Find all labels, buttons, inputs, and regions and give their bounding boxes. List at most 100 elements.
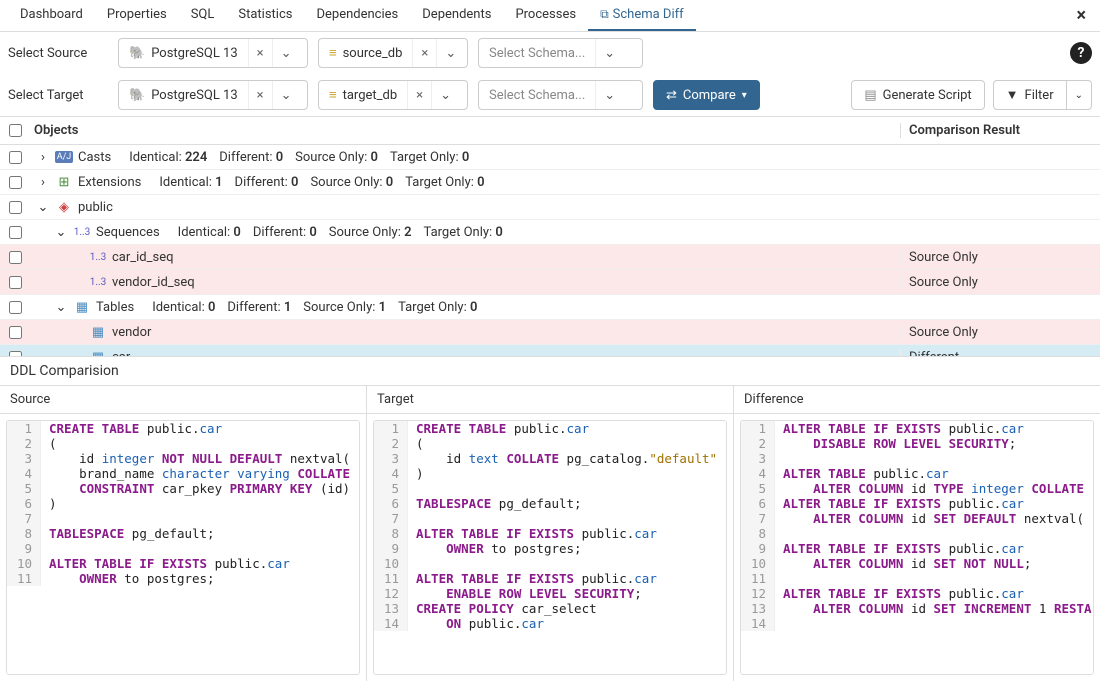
tree-item-row[interactable]: ▦carDifferent [0,345,1100,356]
seq-icon: 1..3 [90,252,106,263]
select-all-checkbox[interactable] [9,124,22,137]
tree-group-row[interactable]: ⌄1..3SequencesIdentical: 0Different: 0So… [0,220,1100,245]
row-checkbox[interactable] [9,301,22,314]
target-server-select[interactable]: 🐘PostgreSQL 13 × ⌄ [118,80,308,110]
generate-script-button[interactable]: ▤ Generate Script [851,80,984,110]
filter-dropdown-button[interactable]: ⌄ [1067,80,1092,110]
tree-group-row[interactable]: ⌄▦TablesIdentical: 0Different: 1Source O… [0,295,1100,320]
ddl-target-title: Target [367,386,733,414]
result-cell: Source Only [900,325,1100,340]
clear-icon[interactable]: × [248,39,272,67]
tab-dependencies[interactable]: Dependencies [304,0,410,31]
code-line: CREATE TABLE public.car [408,421,589,436]
code-line: ) [408,466,424,481]
target-label: Select Target [8,88,108,103]
tab-sql[interactable]: SQL [179,0,227,31]
code-line: id integer NOT NULL DEFAULT nextval( [41,451,350,466]
code-line: ALTER TABLE IF EXISTS public.car [408,571,657,586]
chevron-down-icon[interactable]: ⌄ [595,39,623,67]
row-checkbox[interactable] [9,351,22,357]
code-line: DISABLE ROW LEVEL SECURITY; [775,436,1016,451]
table-icon: ▦ [74,300,90,315]
code-line: ALTER COLUMN id SET NOT NULL; [775,556,1031,571]
ddl-target-code[interactable]: 1CREATE TABLE public.car2(3 id text COLL… [374,421,726,674]
chevron-right-icon[interactable]: › [36,150,50,165]
ddl-diff-code[interactable]: 1ALTER TABLE IF EXISTS public.car2 DISAB… [741,421,1093,674]
line-number: 11 [7,571,41,586]
line-number: 3 [374,451,408,466]
close-icon[interactable]: × [1070,5,1092,26]
chevron-down-icon[interactable]: ⌄ [436,39,464,67]
chevron-right-icon[interactable]: › [36,175,50,190]
result-cell: Source Only [900,275,1100,290]
line-number: 9 [374,541,408,556]
code-line: ALTER COLUMN id TYPE integer COLLATE [775,481,1084,496]
source-schema-select[interactable]: Select Schema... ⌄ [478,38,643,68]
source-db-select[interactable]: ≡source_db × ⌄ [318,38,468,68]
clear-icon[interactable]: × [248,81,272,109]
row-checkbox[interactable] [9,176,22,189]
row-checkbox[interactable] [9,251,22,264]
target-schema-select[interactable]: Select Schema... ⌄ [478,80,643,110]
chevron-down-icon[interactable]: ⌄ [272,81,300,109]
table-icon: ▦ [90,325,106,340]
tree-group-row[interactable]: ⌄◈public [0,195,1100,220]
row-checkbox[interactable] [9,226,22,239]
code-line: ALTER TABLE IF EXISTS public.car [775,541,1024,556]
chevron-down-icon[interactable]: ⌄ [431,81,459,109]
chevron-down-icon[interactable]: ⌄ [595,81,623,109]
tab-statistics[interactable]: Statistics [226,0,304,31]
stat-target-only: Target Only: 0 [424,225,503,240]
tab-dashboard[interactable]: Dashboard [8,0,95,31]
tree-group-row[interactable]: ›A/JCastsIdentical: 224Different: 0Sourc… [0,145,1100,170]
code-line [775,616,783,631]
code-line: ALTER TABLE IF EXISTS public.car [408,526,657,541]
line-number: 4 [7,466,41,481]
compare-button[interactable]: ⇄ Compare ▾ [653,80,760,110]
tree-item-row[interactable]: 1..3car_id_seqSource Only [0,245,1100,270]
source-db-value: source_db [343,46,403,61]
target-db-select[interactable]: ≡target_db × ⌄ [318,80,468,110]
code-line [41,541,49,556]
source-server-select[interactable]: 🐘PostgreSQL 13 × ⌄ [118,38,308,68]
chevron-down-icon[interactable]: ⌄ [54,300,68,315]
chevron-down-icon[interactable]: ⌄ [272,39,300,67]
chevron-down-icon[interactable]: ⌄ [36,200,50,215]
chevron-down-icon: ▾ [742,90,747,101]
tab-label: Dashboard [20,7,83,22]
code-line: OWNER to postgres; [41,571,215,586]
line-number: 10 [741,556,775,571]
code-line [775,526,783,541]
line-number: 9 [741,541,775,556]
tab-label: Dependencies [316,7,398,22]
tab-label: Schema Diff [613,7,684,22]
row-checkbox[interactable] [9,201,22,214]
grid-body[interactable]: ›A/JCastsIdentical: 224Different: 0Sourc… [0,145,1100,356]
row-checkbox[interactable] [9,276,22,289]
row-checkbox[interactable] [9,151,22,164]
line-number: 10 [374,556,408,571]
clear-icon[interactable]: × [407,81,431,109]
tree-item-row[interactable]: 1..3vendor_id_seqSource Only [0,270,1100,295]
ddl-source-code[interactable]: 1CREATE TABLE public.car2(3 id integer N… [7,421,359,674]
line-number: 10 [7,556,41,571]
target-server-value: PostgreSQL 13 [151,88,237,103]
filter-button[interactable]: ▼ Filter [993,80,1067,110]
ext-icon: ⊞ [56,175,72,190]
chevron-down-icon[interactable]: ⌄ [54,225,68,240]
code-line: id text COLLATE pg_catalog."default" [408,451,717,466]
stat-identical: Identical: 0 [178,225,241,240]
line-number: 6 [7,496,41,511]
tab-properties[interactable]: Properties [95,0,179,31]
row-checkbox[interactable] [9,326,22,339]
tab-schema-diff[interactable]: ⧉Schema Diff [588,0,696,31]
tree-item-row[interactable]: ▦vendorSource Only [0,320,1100,345]
code-line: ( [41,436,57,451]
script-icon: ▤ [864,88,876,103]
tab-dependents[interactable]: Dependents [410,0,503,31]
help-icon[interactable]: ? [1070,42,1092,64]
tab-label: Dependents [422,7,491,22]
tree-group-row[interactable]: ›⊞ExtensionsIdentical: 1Different: 0Sour… [0,170,1100,195]
clear-icon[interactable]: × [412,39,436,67]
tab-processes[interactable]: Processes [503,0,588,31]
